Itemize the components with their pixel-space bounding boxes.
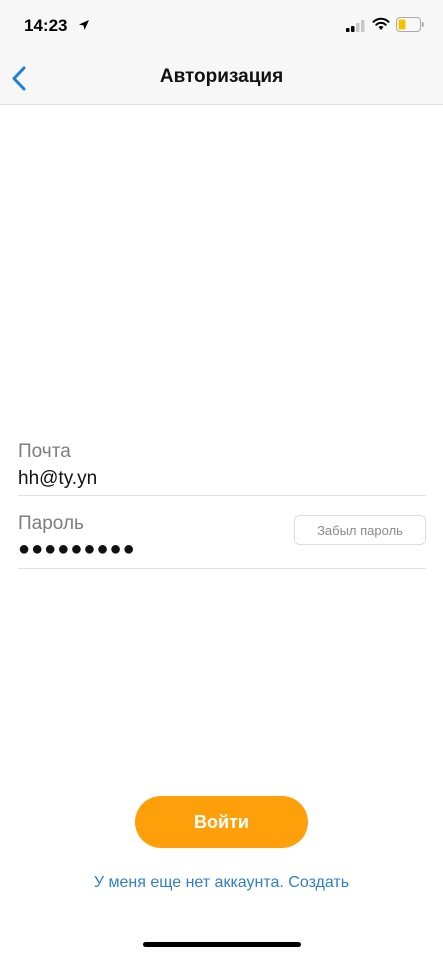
battery-low-icon [396,17,424,32]
email-input[interactable] [18,468,278,490]
password-input[interactable] [18,538,278,561]
page-title: Авторизация [159,66,284,87]
status-bar: 14:23 [0,0,443,52]
location-arrow-icon [79,20,89,30]
email-label: Почта [18,441,71,462]
login-button[interactable]: Войти [135,796,308,848]
status-time: 14:23 [24,16,68,35]
wifi-icon [372,17,390,30]
password-label: Пароль [18,513,84,534]
forgot-password-button[interactable]: Забыл пароль [294,515,426,545]
navigation-bar: Авторизация [0,52,443,105]
home-indicator[interactable] [143,942,301,947]
signal-bars-icon [346,20,365,32]
password-field: Пароль Забыл пароль [18,513,426,569]
email-field: Почта [18,441,426,496]
create-account-link[interactable]: У меня еще нет аккаунта. Создать [0,874,443,892]
